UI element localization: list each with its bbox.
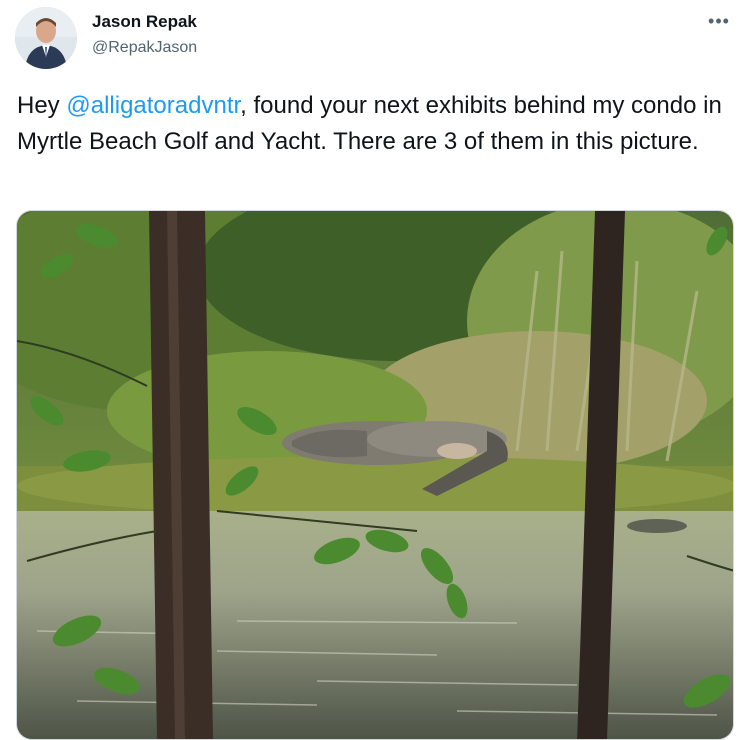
avatar[interactable]	[15, 7, 77, 69]
mention-link[interactable]: @alligatoradvntr	[66, 92, 240, 119]
tweet-photo[interactable]	[16, 210, 734, 740]
tweet-text: Hey @alligatoradvntr, found your next ex…	[17, 88, 727, 160]
tweet: Jason Repak @RepakJason ••• Hey @alligat…	[0, 0, 746, 740]
display-name[interactable]: Jason Repak	[92, 12, 197, 32]
more-horizontal-icon[interactable]: •••	[704, 10, 734, 32]
user-handle[interactable]: @RepakJason	[92, 39, 197, 57]
tweet-text-start: Hey	[17, 92, 67, 119]
